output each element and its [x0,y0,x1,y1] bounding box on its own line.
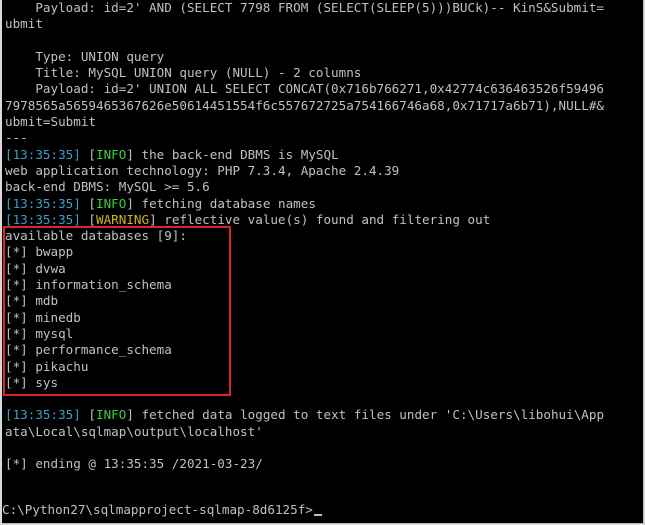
log-line-logged: [13:35:35] [INFO] fetched data logged to… [5,407,605,423]
separator-line: --- [5,130,28,146]
timestamp: [13:35:35] [5,211,81,227]
log-message: reflective value(s) found and filtering … [156,211,491,227]
logged-line-cont: ata\Local\sqlmap\output\localhost' [5,423,263,439]
title-line: Title: MySQL UNION query (NULL) - 2 colu… [5,65,362,81]
warning-tag: WARNING [96,211,150,227]
payload-line-cont: ubmit [5,16,43,32]
payload2-line-cont: 7978565a5659465367626e50614451554f6c5576… [5,97,604,113]
timestamp: [13:35:35] [5,407,81,423]
command-prompt[interactable]: C:\Python27\sqlmapproject-sqlmap-8d6125f… [2,502,322,518]
tech-line: web application technology: PHP 7.3.4, A… [5,162,400,178]
backend-line: back-end DBMS: MySQL >= 5.6 [5,179,210,195]
ending-line: [*] ending @ 13:35:35 /2021-03-23/ [5,456,263,472]
log-message: fetched data logged to text files under … [133,407,605,423]
cursor [313,514,322,516]
info-tag: INFO [96,195,127,211]
payload2-line: Payload: id=2' UNION ALL SELECT CONCAT(0… [5,81,604,97]
log-message: the back-end DBMS is MySQL [133,146,339,162]
log-line-fetch: [13:35:35] [INFO] fetching database name… [5,195,316,211]
timestamp: [13:35:35] [5,195,81,211]
info-tag: INFO [96,146,127,162]
log-message: fetching database names [133,195,316,211]
type-line: Type: UNION query [5,48,165,64]
prompt-text: C:\Python27\sqlmapproject-sqlmap-8d6125f… [2,502,313,517]
timestamp: [13:35:35] [5,146,81,162]
terminal-window: Payload: id=2' AND (SELECT 7798 FROM (SE… [2,0,644,524]
log-line-dbms: [13:35:35] [INFO] the back-end DBMS is M… [5,146,339,162]
highlight-box [3,226,231,396]
payload-line: Payload: id=2' AND (SELECT 7798 FROM (SE… [5,0,604,15]
payload2-line-cont2: ubmit=Submit [5,114,96,130]
info-tag: INFO [96,407,127,423]
